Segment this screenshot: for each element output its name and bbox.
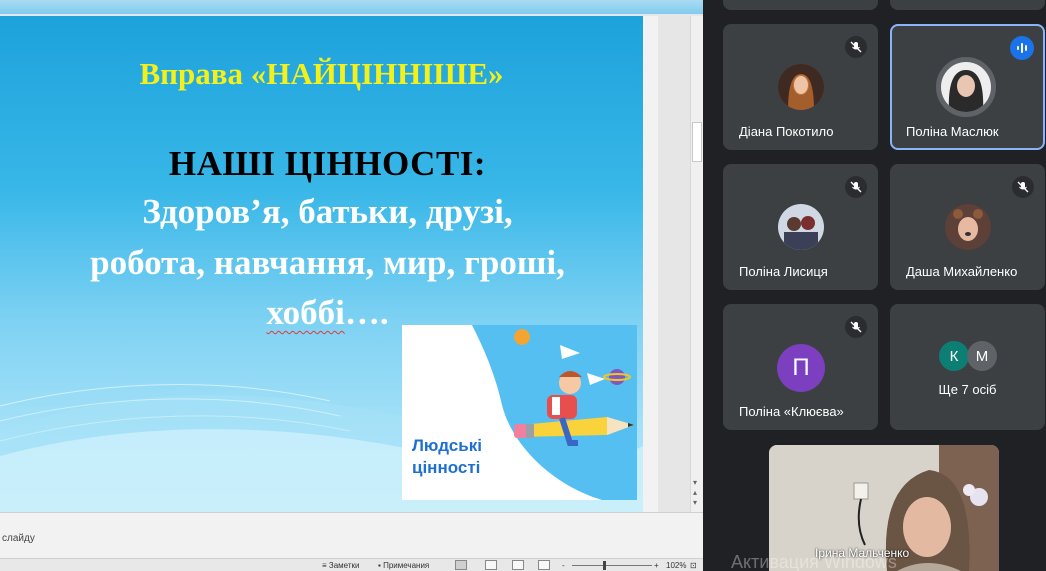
values-line-1: Здоров’я, батьки, друзі, [142, 192, 513, 231]
zoom-slider[interactable] [572, 565, 652, 566]
notes-placeholder: слайду [2, 533, 35, 544]
human-values-picture[interactable]: Людські цінності [402, 325, 637, 500]
ellipsis-text: …. [344, 293, 389, 332]
scrollbar-thumb[interactable] [692, 122, 702, 162]
avatar-initial: П [777, 344, 825, 392]
participant-tile-partial[interactable] [723, 0, 878, 10]
participant-tile-active[interactable]: Поліна Маслюк [890, 24, 1045, 150]
avatar-initial: М [967, 341, 997, 371]
fit-slide-icon[interactable]: ⊡ [690, 561, 697, 570]
slide-pane-gutter [643, 16, 658, 512]
participant-name: Поліна «Клюєва» [739, 404, 844, 419]
participant-name: Поліна Маслюк [906, 124, 999, 139]
slideshow-view-icon[interactable] [538, 560, 550, 570]
participant-name: Діана Покотило [739, 124, 834, 139]
participant-name: Даша Михайленко [906, 264, 1018, 279]
mic-off-icon [845, 176, 867, 198]
zoom-slider-thumb[interactable] [603, 561, 606, 570]
notes-toggle-label: Заметки [328, 561, 360, 570]
mic-off-icon [1012, 176, 1034, 198]
powerpoint-window: Вправа «НАЙЦІННІШЕ» НАШІ ЦІННОСТІ: Здоро… [0, 0, 703, 571]
avatar-initial: К [939, 341, 969, 371]
normal-view-icon[interactable] [455, 560, 467, 570]
windows-activation-watermark: Активация Windows [731, 552, 897, 571]
avatar [936, 57, 996, 117]
status-bar: ≡ Заметки ▪ Примечания - + 102% ⊡ [0, 558, 703, 571]
spellcheck-word: хоббі [266, 293, 345, 332]
participant-tile[interactable]: Поліна Лисиця [723, 164, 878, 290]
participant-tile-partial[interactable] [890, 0, 1045, 10]
reading-view-icon[interactable] [512, 560, 524, 570]
speaking-indicator-icon [1010, 36, 1034, 60]
vertical-scrollbar[interactable]: ▾ ▴ ▾ [690, 16, 703, 512]
zoom-in-button[interactable]: + [654, 561, 659, 570]
participant-tile[interactable]: Даша Михайленко [890, 164, 1045, 290]
card-caption-line-2: цінності [412, 458, 481, 477]
participant-name: Поліна Лисиця [739, 264, 828, 279]
comments-toggle-label: Примечания [383, 561, 430, 570]
slide-title: Вправа «НАЙЦІННІШЕ» [139, 56, 504, 91]
values-line-2: робота, навчання, мир, гроші, [90, 243, 565, 282]
avatar [778, 64, 824, 110]
zoom-level[interactable]: 102% [666, 561, 686, 570]
participant-tile[interactable]: П Поліна «Клюєва» [723, 304, 878, 430]
mic-off-icon [845, 36, 867, 58]
comments-toggle-button[interactable]: ▪ Примечания [378, 561, 429, 570]
previous-slide-edge [0, 0, 703, 14]
participant-tile[interactable]: Діана Покотило [723, 24, 878, 150]
notes-toggle-button[interactable]: ≡ Заметки [322, 561, 360, 570]
more-participants-tile[interactable]: К М Ще 7 осіб [890, 304, 1045, 430]
more-participants-label: Ще 7 осіб [938, 382, 997, 397]
notes-pane[interactable]: слайду [0, 512, 703, 558]
slide-heading: НАШІ ЦІННОСТІ: [168, 144, 487, 183]
card-caption: Людські цінності [412, 435, 482, 479]
mic-off-icon [845, 316, 867, 338]
avatar [778, 204, 824, 250]
meet-participants-panel: Діана Покотило Поліна Маслюк Поліна Лиси… [703, 0, 1046, 571]
avatar [945, 204, 991, 250]
screen: Вправа «НАЙЦІННІШЕ» НАШІ ЦІННОСТІ: Здоро… [0, 0, 1046, 571]
card-caption-line-1: Людські [412, 436, 482, 455]
scroll-arrows-icon[interactable]: ▾ ▴ ▾ [693, 478, 697, 508]
zoom-out-button[interactable]: - [562, 561, 565, 570]
slide-sorter-icon[interactable] [485, 560, 497, 570]
